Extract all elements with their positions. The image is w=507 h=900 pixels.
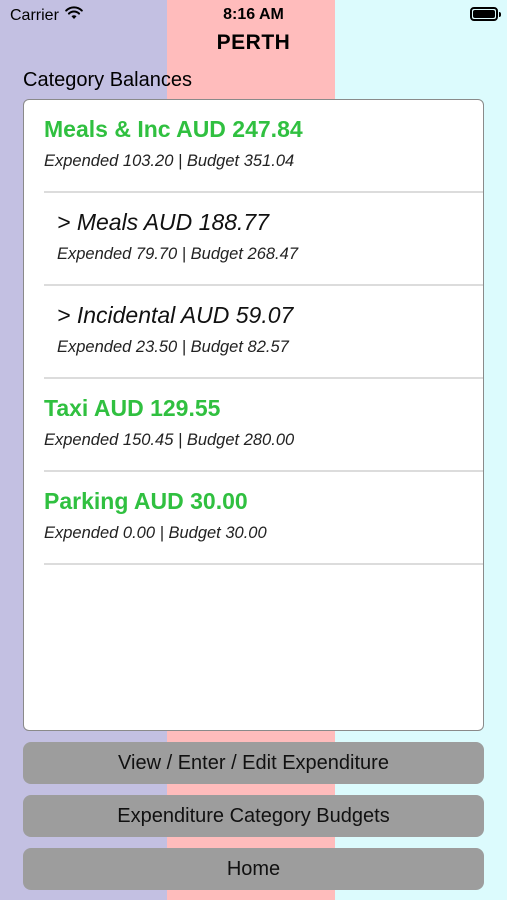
- view-enter-edit-expenditure-button[interactable]: View / Enter / Edit Expenditure: [23, 742, 484, 784]
- category-title: Meals & Inc AUD 247.84: [44, 116, 303, 142]
- list-item[interactable]: > Incidental AUD 59.07 Expended 23.50 | …: [24, 286, 483, 379]
- category-balances-list[interactable]: Meals & Inc AUD 247.84 Expended 103.20 |…: [23, 99, 484, 731]
- list-item[interactable]: Taxi AUD 129.55 Expended 150.45 | Budget…: [24, 379, 483, 472]
- status-time: 8:16 AM: [223, 6, 284, 23]
- category-detail: Expended 0.00 | Budget 30.00: [44, 524, 267, 542]
- list-item[interactable]: > Meals AUD 188.77 Expended 79.70 | Budg…: [24, 193, 483, 286]
- section-label: Category Balances: [23, 69, 192, 91]
- category-title: Parking AUD 30.00: [44, 488, 248, 514]
- battery-icon: [470, 7, 501, 21]
- list-item[interactable]: Parking AUD 30.00 Expended 0.00 | Budget…: [24, 472, 483, 565]
- status-bar: Carrier 8:16 AM: [0, 0, 507, 30]
- category-title: Taxi AUD 129.55: [44, 395, 221, 421]
- home-button[interactable]: Home: [23, 848, 484, 890]
- page-title: PERTH: [216, 31, 291, 54]
- subcategory-detail: Expended 23.50 | Budget 82.57: [57, 338, 289, 356]
- category-detail: Expended 103.20 | Budget 351.04: [44, 152, 295, 170]
- subcategory-detail: Expended 79.70 | Budget 268.47: [57, 245, 298, 263]
- row-divider: [44, 563, 483, 565]
- expenditure-category-budgets-button[interactable]: Expenditure Category Budgets: [23, 795, 484, 837]
- list-item[interactable]: Meals & Inc AUD 247.84 Expended 103.20 |…: [24, 100, 483, 193]
- battery-level: [473, 10, 495, 18]
- category-detail: Expended 150.45 | Budget 280.00: [44, 431, 295, 449]
- subcategory-title: > Meals AUD 188.77: [57, 209, 270, 235]
- subcategory-title: > Incidental AUD 59.07: [57, 302, 294, 328]
